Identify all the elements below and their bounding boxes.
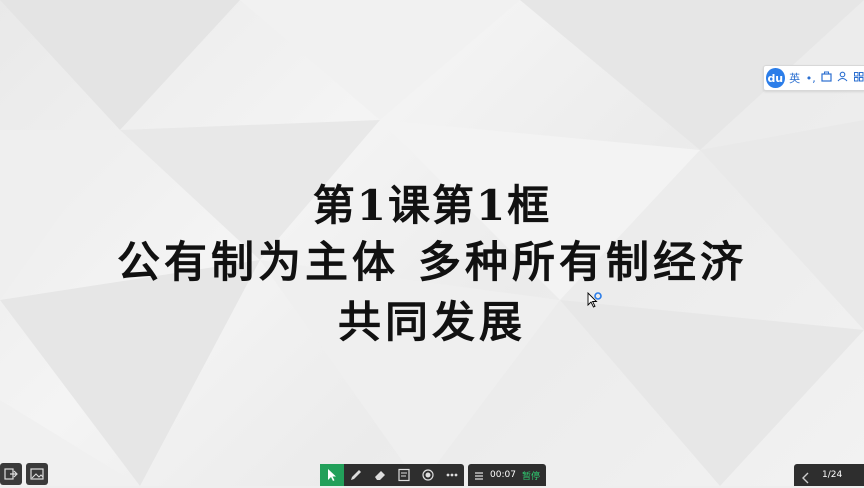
ime-mode-toggle[interactable]: 英 [789,70,801,86]
pointer-icon[interactable] [320,464,344,486]
slide-title-line3: 共同发展 [338,298,526,348]
eraser-icon[interactable] [368,464,392,486]
page-indicator: 1/24 [822,470,843,480]
ime-logo[interactable]: du [766,68,785,88]
user-icon[interactable] [837,71,849,85]
note-icon[interactable] [392,464,416,486]
slide-title-line2: 公有制为主体 多种所有制经济 [117,238,747,288]
more-icon[interactable] [440,464,464,486]
presentation-toolbar [320,464,464,486]
left-bottom-tools [0,463,48,485]
timer-value: 00:07 [490,470,516,480]
pen-icon[interactable] [344,464,368,486]
toolbox-icon[interactable] [821,71,833,85]
slide-pager: 1/24 [794,464,864,486]
exit-icon[interactable] [0,463,22,485]
ime-toolbar[interactable]: du 英 •, [763,65,864,91]
slide-title-line1: 第1课第1框 [312,181,552,230]
menu-icon[interactable] [474,466,484,485]
slide-canvas: 第1课第1框 公有制为主体 多种所有制经济 共同发展 [0,0,864,486]
image-icon[interactable] [26,463,48,485]
prev-page-icon[interactable] [802,469,810,488]
record-icon[interactable] [416,464,440,486]
recording-timer: 00:07 暂停 [468,464,546,486]
mouse-cursor-icon [587,291,603,314]
grid-icon[interactable] [853,71,864,85]
pause-button[interactable]: 暂停 [522,469,540,482]
ime-punct-toggle[interactable]: •, [805,72,817,85]
